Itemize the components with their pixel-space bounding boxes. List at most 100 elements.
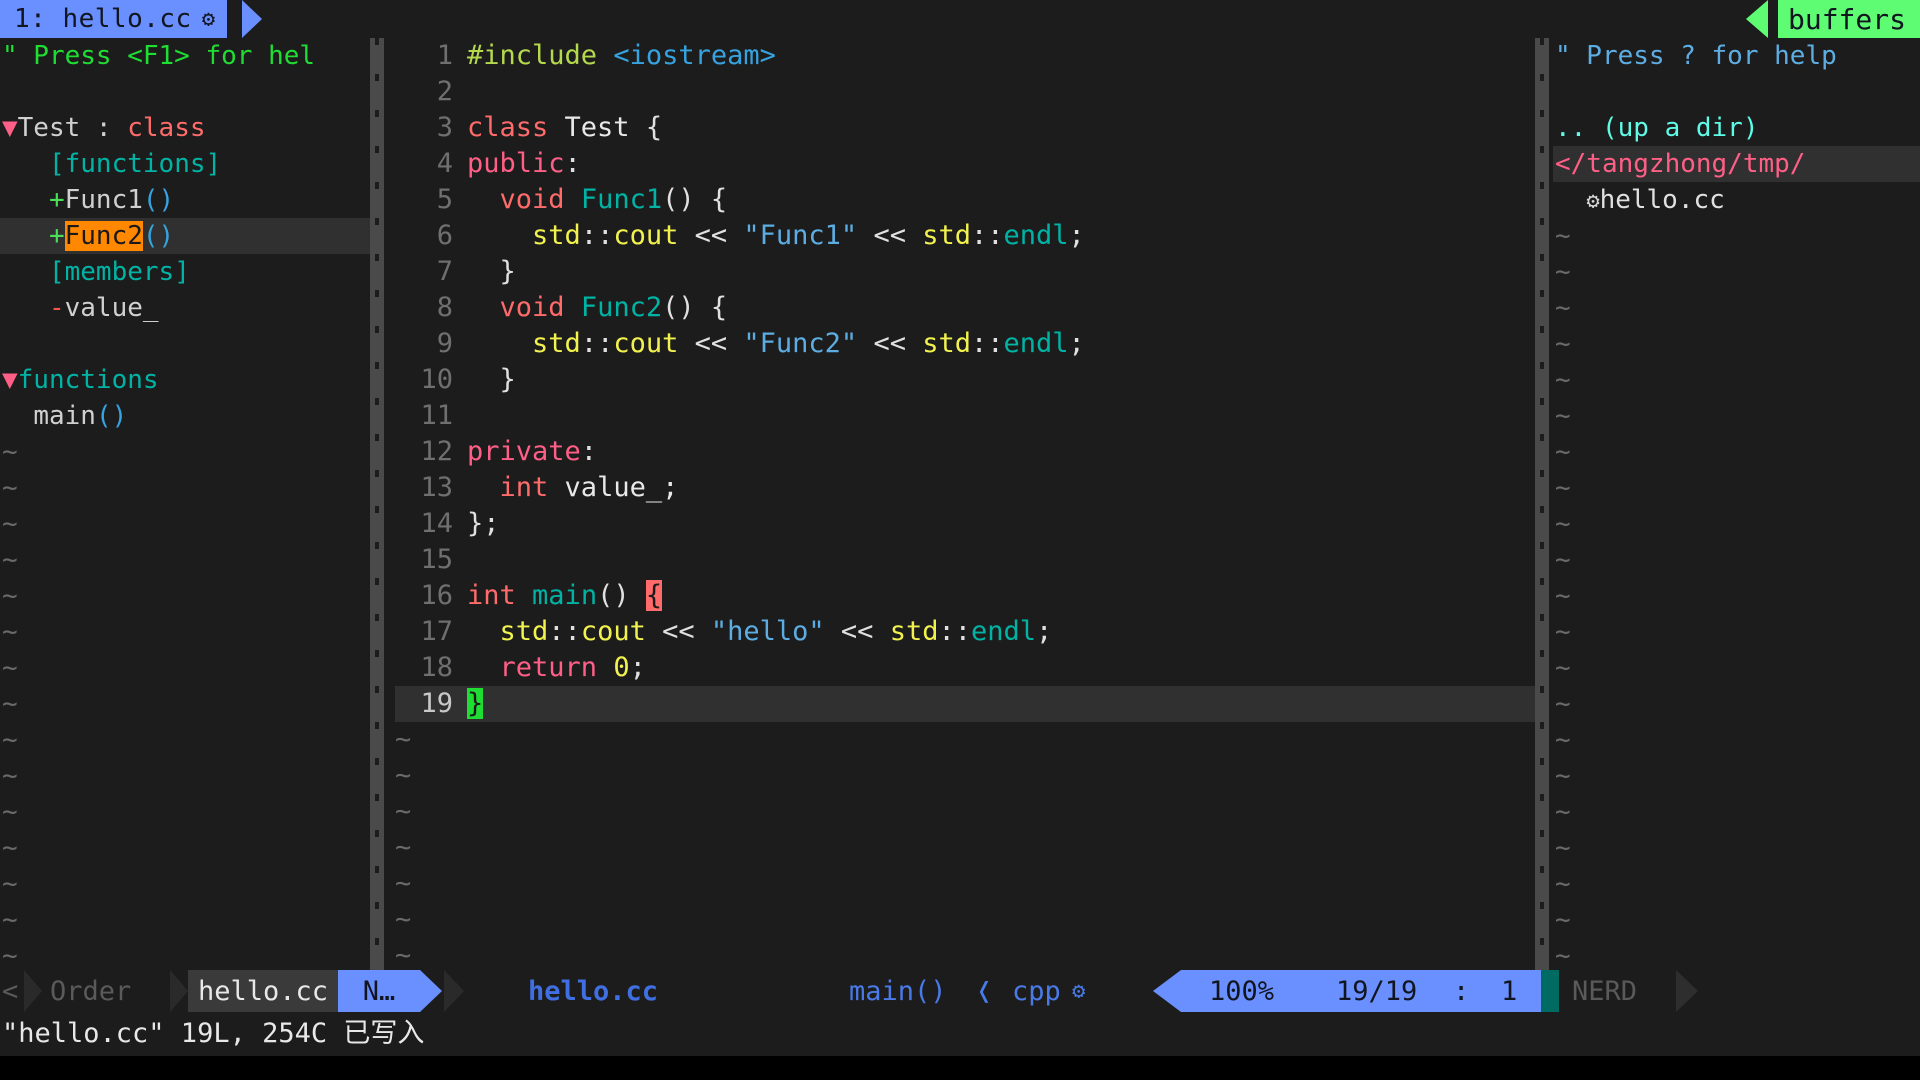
buffers-label-text: buffers: [1788, 3, 1906, 36]
empty-line-marker: ~: [0, 794, 370, 830]
nerdtree-file-hello-cc[interactable]: ⚙hello.cc: [1553, 182, 1920, 218]
code-line[interactable]: 7 }: [395, 254, 1535, 290]
code-token: std: [532, 328, 581, 359]
tagbar-kind-functions[interactable]: [functions]: [0, 146, 370, 182]
statusline-nerd-label: NERD: [1572, 970, 1637, 1012]
empty-line-marker: ~: [0, 722, 370, 758]
empty-line-marker: ~: [0, 650, 370, 686]
code-token: Test: [548, 112, 646, 143]
code-token: private: [467, 436, 581, 467]
buffers-label[interactable]: buffers: [1778, 0, 1920, 38]
code-line[interactable]: 9 std::cout << "Func2" << std::endl;: [395, 326, 1535, 362]
code-line[interactable]: 3class Test {: [395, 110, 1535, 146]
code-line[interactable]: 1#include <iostream>: [395, 38, 1535, 74]
empty-line-marker: ~: [1553, 326, 1920, 362]
code-line[interactable]: 8 void Func2() {: [395, 290, 1535, 326]
tagbar-spacer: [0, 74, 370, 110]
code-token: {: [646, 580, 662, 611]
code-line[interactable]: 15: [395, 542, 1535, 578]
code-token: cout: [581, 616, 646, 647]
statusline-position-chip: 100% 19/19 : 1: [1181, 970, 1541, 1012]
empty-line-marker: ~: [1553, 254, 1920, 290]
line-number: 9: [395, 326, 453, 362]
code-token: public: [467, 148, 565, 179]
code-token: "hello": [711, 616, 825, 647]
code-line[interactable]: 18 return 0;: [395, 650, 1535, 686]
code-token: ;: [1069, 220, 1085, 251]
line-number: 5: [395, 182, 453, 218]
line-number: 12: [395, 434, 453, 470]
empty-line-marker: ~: [1553, 794, 1920, 830]
tagbar-kind-members[interactable]: [members]: [0, 254, 370, 290]
statusline-left-chevron[interactable]: <: [2, 970, 18, 1012]
code-token: [597, 652, 613, 683]
code-line[interactable]: 10 }: [395, 362, 1535, 398]
tagbar-item-label: Test: [18, 113, 81, 143]
line-number: 11: [395, 398, 453, 434]
code-line[interactable]: 4public:: [395, 146, 1535, 182]
code-token: ::: [971, 328, 1004, 359]
code-line[interactable]: 19}: [395, 686, 1535, 722]
code-token: () {: [662, 184, 727, 215]
code-token: class: [467, 112, 548, 143]
tagbar-panel[interactable]: " Press <F1> for hel ▼Test : class [func…: [0, 38, 370, 970]
empty-line-marker: ~: [1553, 830, 1920, 866]
nerdtree-current-dir[interactable]: </tangzhong/tmp/: [1553, 146, 1920, 182]
nerdtree-panel[interactable]: " Press ? for help .. (up a dir) </tangz…: [1553, 38, 1920, 970]
code-editor[interactable]: 1#include <iostream>23class Test {4publi…: [395, 38, 1535, 970]
tagbar-visibility-public-icon: +: [49, 221, 65, 251]
line-number: 19: [395, 686, 453, 722]
tabline: 1: hello.cc ⚙ buffers: [0, 0, 1920, 38]
statusline-teal-marker: [1541, 970, 1559, 1012]
statusline-buffer-chip[interactable]: hello.cc: [188, 970, 338, 1012]
statusline-position-label: 19/19: [1336, 976, 1417, 1007]
code-token: <<: [857, 328, 922, 359]
cpp-file-icon: ⚙: [1586, 189, 1599, 214]
code-line[interactable]: 12private:: [395, 434, 1535, 470]
fold-triangle-icon[interactable]: ▼: [2, 113, 18, 143]
vertical-split-right[interactable]: [1535, 38, 1549, 970]
tagbar-scope-label: functions: [18, 365, 159, 395]
tagbar-item-label: Func2: [65, 221, 143, 251]
empty-line-marker: ~: [1553, 650, 1920, 686]
statusline: < Order hello.cc N… hello.cc main() ❬ cp…: [0, 970, 1920, 1012]
code-line[interactable]: 14};: [395, 506, 1535, 542]
tagbar-item-value[interactable]: -value_: [0, 290, 370, 326]
code-token: }: [467, 688, 483, 719]
code-line[interactable]: 5 void Func1() {: [395, 182, 1535, 218]
code-line[interactable]: 2: [395, 74, 1535, 110]
nerdtree-help-line: " Press ? for help: [1553, 38, 1920, 74]
statusline-order-label[interactable]: Order: [50, 970, 131, 1012]
tagbar-item-main[interactable]: main(): [0, 398, 370, 434]
vertical-split-left[interactable]: [370, 38, 384, 970]
empty-line-marker: ~: [0, 938, 370, 970]
tagbar-item-func1[interactable]: +Func1(): [0, 182, 370, 218]
code-line[interactable]: 16int main() {: [395, 578, 1535, 614]
tab-hello-cc[interactable]: 1: hello.cc ⚙: [0, 0, 227, 38]
code-token: [565, 292, 581, 323]
tagbar-scope-functions[interactable]: ▼functions: [0, 362, 370, 398]
statusline-chevron-icon: [24, 970, 42, 1012]
code-token: Func2: [581, 292, 662, 323]
empty-line-marker: ~: [395, 830, 1535, 866]
nerdtree-up-a-dir[interactable]: .. (up a dir): [1553, 110, 1920, 146]
empty-line-marker: ~: [0, 578, 370, 614]
code-line[interactable]: 13 int value_;: [395, 470, 1535, 506]
code-token: void: [500, 184, 565, 215]
empty-line-marker: ~: [0, 506, 370, 542]
empty-line-marker: ~: [395, 938, 1535, 970]
empty-line-marker: ~: [0, 902, 370, 938]
line-number: 8: [395, 290, 453, 326]
empty-line-marker: ~: [1553, 434, 1920, 470]
code-line[interactable]: 17 std::cout << "hello" << std::endl;: [395, 614, 1535, 650]
code-token: "Func1": [743, 220, 857, 251]
code-token: endl: [1004, 328, 1069, 359]
tagbar-kind-label: [members]: [49, 257, 190, 287]
code-line[interactable]: 11: [395, 398, 1535, 434]
line-number: 16: [395, 578, 453, 614]
fold-triangle-icon[interactable]: ▼: [2, 365, 18, 395]
tagbar-item-test-class[interactable]: ▼Test : class: [0, 110, 370, 146]
tagbar-item-func2[interactable]: +Func2(): [0, 218, 370, 254]
code-token: endl: [1004, 220, 1069, 251]
code-line[interactable]: 6 std::cout << "Func1" << std::endl;: [395, 218, 1535, 254]
